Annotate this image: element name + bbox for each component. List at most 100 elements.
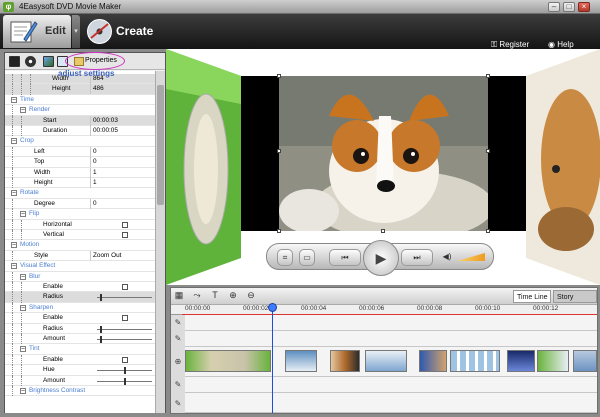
music-track[interactable]	[185, 393, 597, 413]
edit-tab[interactable]: Edit	[3, 15, 71, 48]
property-value[interactable]: 1	[90, 167, 153, 178]
audio-track[interactable]	[185, 377, 597, 393]
property-row[interactable]: Horizontal	[5, 219, 155, 230]
add-media-icon[interactable]: ▦	[173, 290, 185, 301]
property-section[interactable]: – Tint	[5, 344, 155, 355]
property-row[interactable]: Enable	[5, 282, 155, 293]
property-section[interactable]: – Rotate	[5, 188, 155, 199]
property-slider[interactable]	[97, 367, 152, 375]
fullscreen-icon[interactable]: ▭	[299, 249, 315, 266]
property-value[interactable]: 00:00:03	[90, 115, 153, 126]
properties-button[interactable]: Properties	[72, 54, 118, 68]
property-section[interactable]: – Crop	[5, 136, 155, 147]
property-row[interactable]: Hue	[5, 365, 155, 376]
picture-icon[interactable]	[43, 56, 54, 67]
property-section[interactable]: – Visual Effect	[5, 261, 155, 272]
resize-handle[interactable]	[486, 149, 490, 153]
collapse-icon[interactable]: –	[20, 346, 26, 353]
minimize-button[interactable]: –	[548, 2, 560, 12]
property-row[interactable]: Height 486	[5, 84, 155, 95]
property-value[interactable]: Zoom Out	[90, 250, 153, 261]
property-section[interactable]: – Blur	[5, 271, 155, 282]
collapse-icon[interactable]: –	[20, 304, 26, 311]
text-track[interactable]	[185, 315, 597, 331]
property-value[interactable]: 0	[90, 198, 153, 209]
timeline-clip[interactable]	[419, 350, 447, 372]
collapse-icon[interactable]: –	[11, 242, 17, 249]
property-section[interactable]: – Time	[5, 95, 155, 106]
volume-slider[interactable]	[457, 253, 485, 261]
property-row[interactable]: Amount	[5, 375, 155, 386]
property-slider[interactable]	[97, 294, 152, 302]
audio-icon[interactable]	[25, 56, 36, 67]
playhead-handle[interactable]	[268, 303, 277, 312]
slider-thumb[interactable]	[123, 377, 126, 385]
timeline-clip[interactable]	[537, 350, 569, 372]
timeline-clip[interactable]	[573, 350, 597, 372]
resize-handle[interactable]	[486, 74, 490, 78]
property-value[interactable]: 0	[90, 157, 153, 168]
slider-thumb[interactable]	[99, 325, 102, 333]
fast-forward-button[interactable]: ⏭	[401, 249, 433, 266]
property-row[interactable]: Amount	[5, 334, 155, 345]
property-section[interactable]: – Render	[5, 105, 155, 116]
property-checkbox[interactable]	[122, 221, 128, 228]
slider-thumb[interactable]	[123, 367, 126, 375]
tab-time-line[interactable]: Time Line	[513, 290, 552, 303]
property-row[interactable]: Radius	[5, 292, 155, 303]
collapse-icon[interactable]: –	[11, 263, 17, 270]
resize-handle[interactable]	[277, 149, 281, 153]
property-section[interactable]: – Sharpen	[5, 302, 155, 314]
property-section[interactable]: – Motion	[5, 240, 155, 251]
resize-handle[interactable]	[381, 229, 385, 233]
maximize-button[interactable]: □	[563, 2, 575, 12]
panel-scrollbar[interactable]	[155, 71, 165, 413]
close-button[interactable]: ×	[578, 2, 590, 12]
timeline-clip[interactable]	[450, 350, 500, 372]
resize-handle[interactable]	[486, 229, 490, 233]
resize-handle[interactable]	[277, 229, 281, 233]
collapse-icon[interactable]: –	[20, 107, 26, 114]
rewind-button[interactable]: ⏮	[329, 249, 361, 266]
timeline-clip[interactable]	[507, 350, 535, 372]
property-value[interactable]: 00:00:05	[90, 126, 153, 136]
collapse-icon[interactable]: –	[11, 96, 17, 103]
timeline-clip[interactable]	[185, 350, 271, 372]
property-row[interactable]: Style Zoom Out	[5, 250, 155, 262]
property-row[interactable]: Width 1	[5, 167, 155, 178]
property-row[interactable]: Duration 00:00:05	[5, 126, 155, 137]
help-button[interactable]: ◉ Help	[548, 40, 574, 49]
collapse-icon[interactable]: –	[20, 211, 26, 218]
transition-icon[interactable]: ⤳	[191, 290, 203, 301]
property-value[interactable]: 1	[90, 178, 153, 188]
timeline-clip[interactable]	[365, 350, 407, 372]
property-row[interactable]: Height 1	[5, 178, 155, 189]
play-button[interactable]: ▶	[363, 240, 399, 276]
slider-thumb[interactable]	[99, 336, 102, 343]
property-checkbox[interactable]	[122, 232, 128, 238]
property-checkbox[interactable]	[122, 284, 128, 290]
snapshot-icon[interactable]: ⌗	[277, 249, 293, 266]
zoom-out-icon[interactable]: ⊖	[245, 290, 257, 301]
property-row[interactable]: Enable	[5, 313, 155, 324]
property-checkbox[interactable]	[122, 315, 128, 322]
resize-handle[interactable]	[277, 74, 281, 78]
zoom-in-icon[interactable]: ⊕	[227, 290, 239, 301]
property-slider[interactable]	[97, 377, 152, 385]
property-section[interactable]: – Flip	[5, 209, 155, 220]
volume-icon[interactable]: ◀)	[441, 249, 453, 266]
property-checkbox[interactable]	[122, 356, 128, 363]
property-row[interactable]: Top 0	[5, 157, 155, 168]
playhead[interactable]	[272, 303, 273, 413]
collapse-icon[interactable]: –	[11, 138, 17, 145]
create-tab[interactable]: Create	[82, 15, 162, 48]
property-row[interactable]: Degree 0	[5, 198, 155, 210]
video-track[interactable]	[185, 347, 597, 377]
slider-thumb[interactable]	[99, 294, 102, 302]
property-section[interactable]: – Brightness Contrast	[5, 386, 155, 397]
timeline-clip[interactable]	[285, 350, 317, 372]
effect-track[interactable]	[185, 331, 597, 347]
property-row[interactable]: Vertical	[5, 230, 155, 241]
film-icon[interactable]	[9, 56, 20, 67]
property-row[interactable]: Start 00:00:03	[5, 115, 155, 126]
